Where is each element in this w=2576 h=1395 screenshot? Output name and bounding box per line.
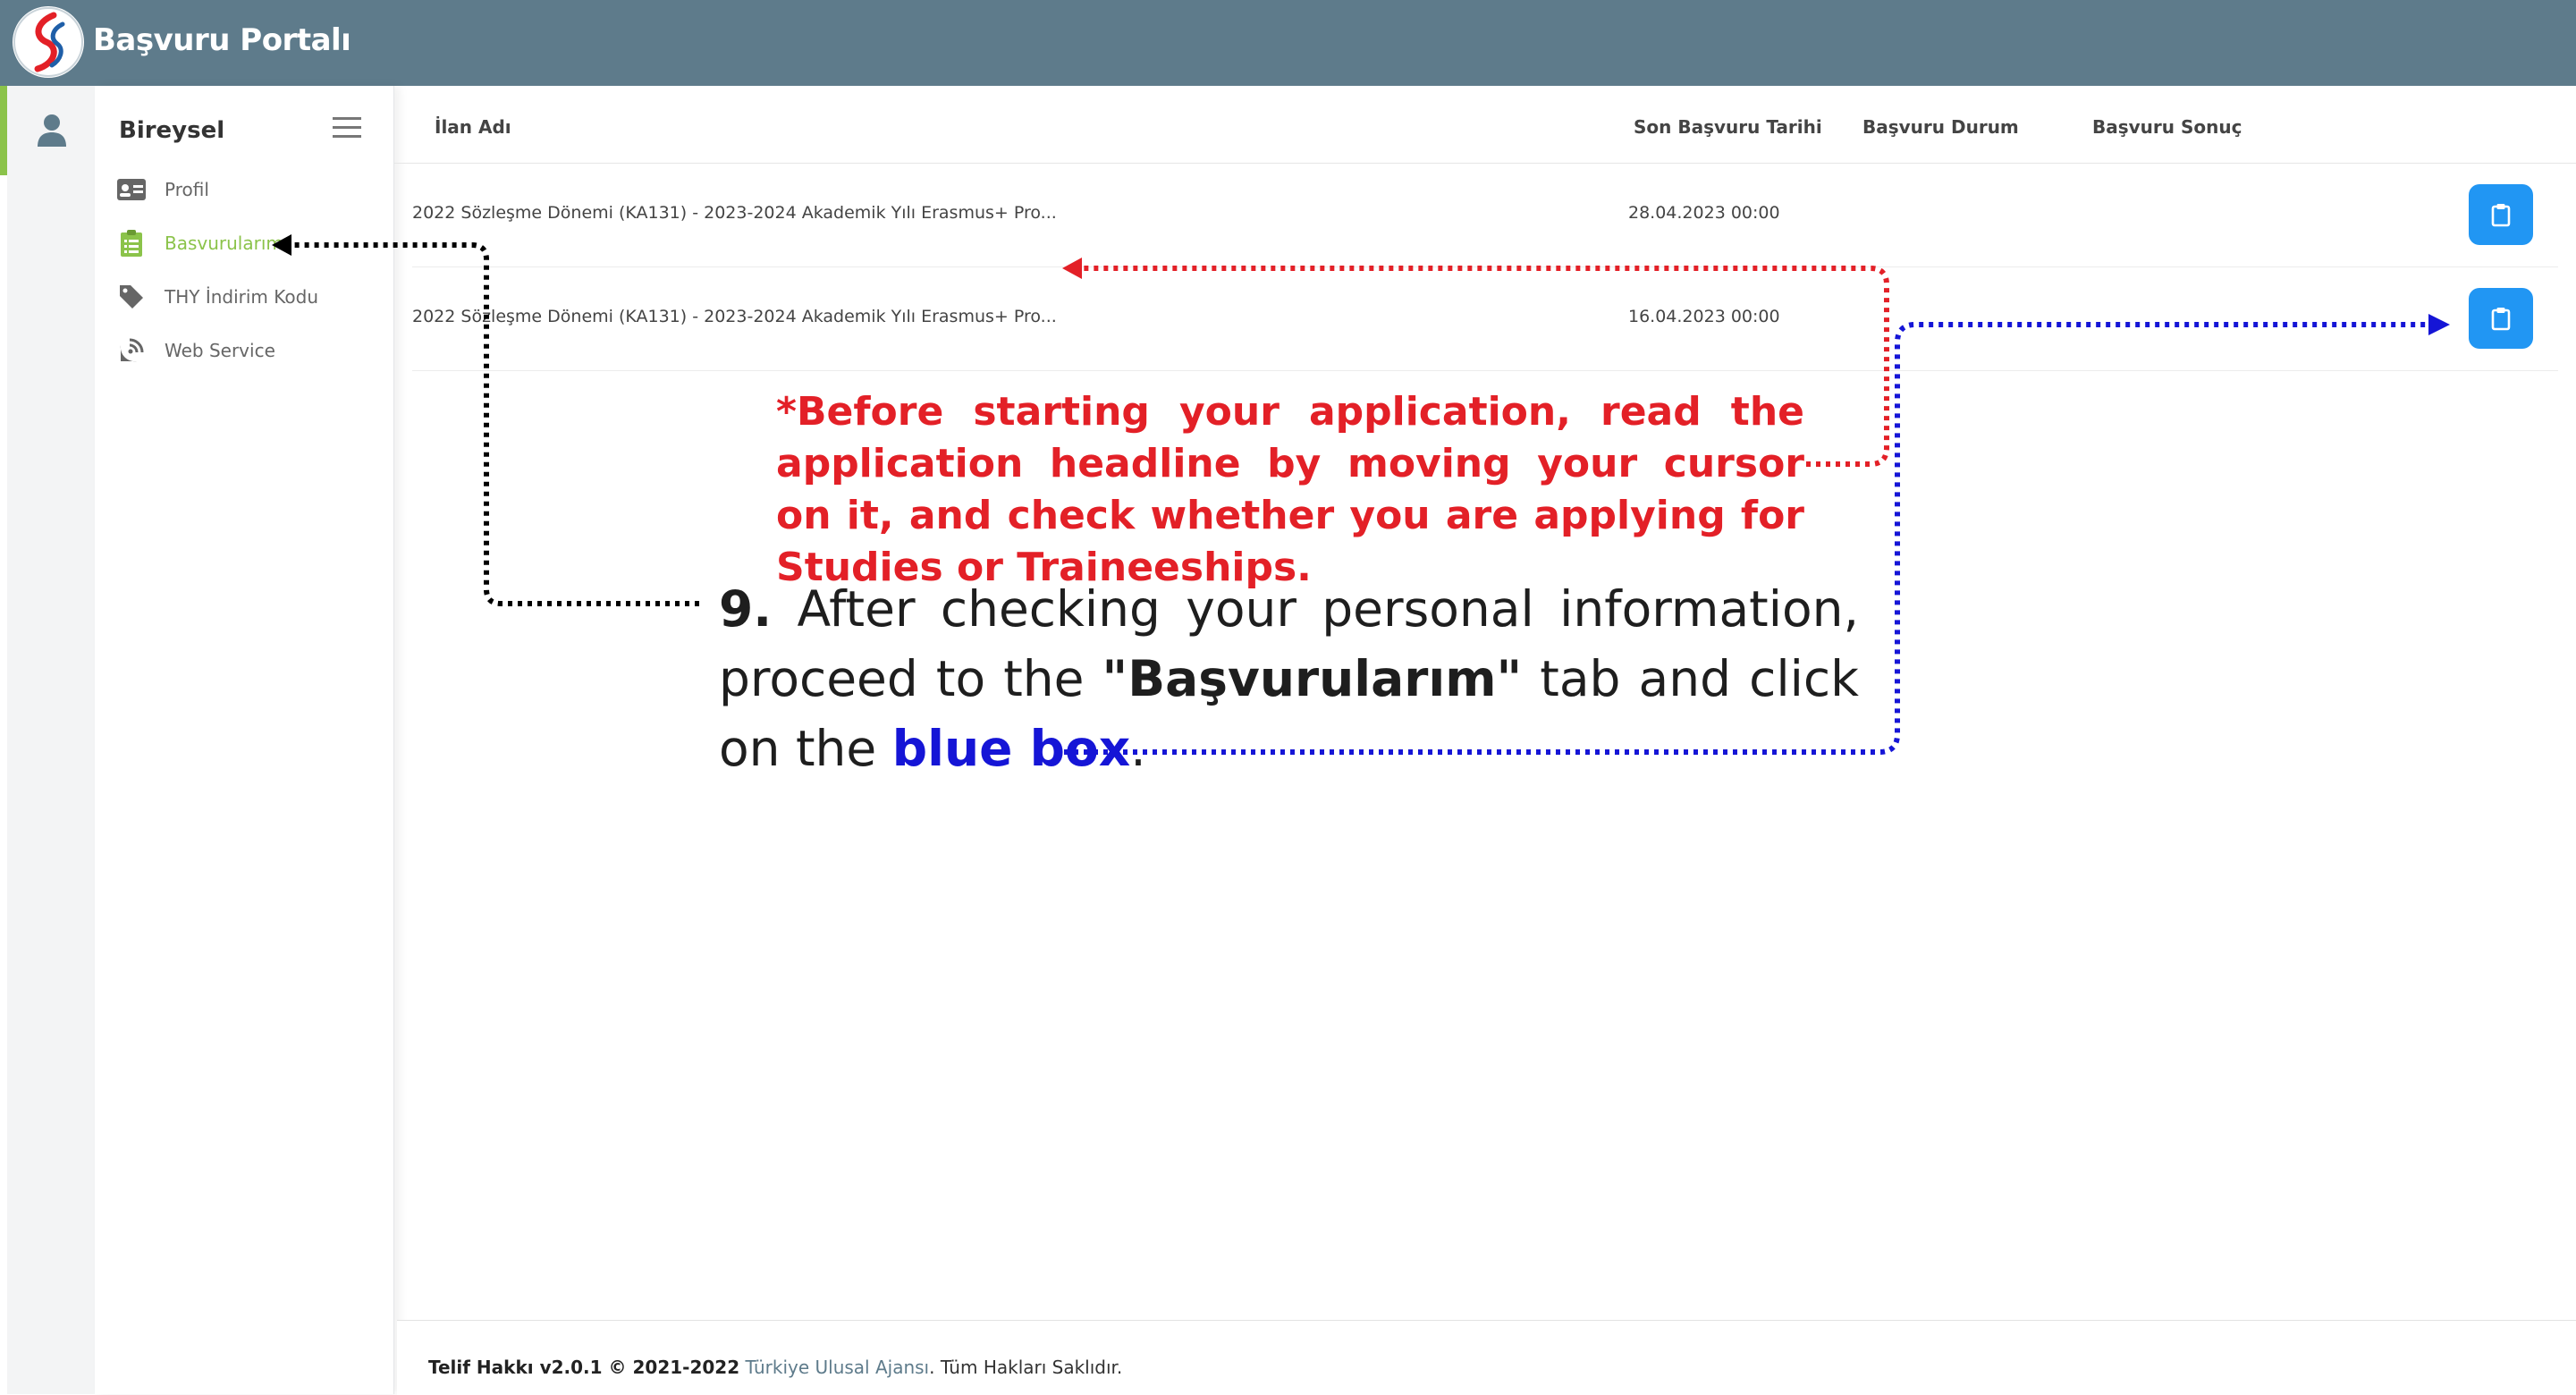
app-title: Başvuru Portalı — [93, 22, 351, 58]
application-title[interactable]: 2022 Sözleşme Dönemi (KA131) - 2023-2024… — [412, 203, 1057, 223]
agency-link[interactable]: Türkiye Ulusal Ajansı — [745, 1357, 929, 1378]
column-header-ilan-adi[interactable]: İlan Adı — [435, 116, 511, 138]
sidebar-heading: Bireysel — [119, 117, 225, 144]
icon-rail — [7, 86, 95, 1394]
tag-icon — [116, 283, 147, 311]
sidebar-item-label: Basvurularım — [165, 232, 283, 254]
user-icon[interactable] — [36, 113, 68, 153]
table-row: 2022 Sözleşme Dönemi (KA131) - 2023-2024… — [412, 266, 2558, 371]
hamburger-menu-icon[interactable] — [331, 114, 363, 146]
top-bar: Başvuru Portalı — [0, 0, 2576, 86]
copyright-text: Telif Hakkı v2.0.1 © 2021-2022 Türkiye U… — [428, 1357, 1122, 1378]
table-header: İlan Adı Son Başvuru Tarihi Başvuru Duru… — [394, 86, 2576, 164]
sidebar-item-label: THY İndirim Kodu — [165, 286, 319, 308]
copyright-version: Telif Hakkı v2.0.1 © 2021-2022 — [428, 1357, 740, 1378]
application-deadline: 16.04.2023 00:00 — [1628, 307, 1780, 326]
step-tab-name: "Başvurularım" — [1102, 650, 1523, 707]
apply-button[interactable] — [2469, 288, 2533, 349]
sidebar-item-web-service[interactable]: Web Service — [116, 336, 275, 365]
step-instruction: 9. After checking your personal informat… — [719, 574, 1859, 783]
active-rail-indicator — [0, 86, 7, 175]
logo-mark-icon — [13, 7, 83, 77]
column-header-basvuru-durum[interactable]: Başvuru Durum — [1862, 116, 2019, 138]
apply-button[interactable] — [2469, 184, 2533, 245]
rights-text: . Tüm Hakları Saklıdır. — [929, 1357, 1123, 1378]
clipboard-icon — [2491, 204, 2511, 227]
column-header-basvuru-sonuc[interactable]: Başvuru Sonuç — [2092, 116, 2242, 138]
step-number: 9. — [719, 580, 773, 638]
sidebar-item-profil[interactable]: Profil — [116, 175, 209, 204]
step-end: . — [1130, 720, 1146, 777]
clipboard-icon — [116, 229, 147, 258]
step-blue-highlight: blue box — [891, 720, 1131, 777]
application-deadline: 28.04.2023 00:00 — [1628, 203, 1780, 223]
red-annotation-note: *Before starting your application, read … — [776, 389, 1804, 590]
sidebar-item-thy-indirim-kodu[interactable]: THY İndirim Kodu — [116, 283, 318, 311]
footer: Telif Hakkı v2.0.1 © 2021-2022 Türkiye U… — [397, 1320, 2576, 1395]
sidebar-item-basvurularim[interactable]: Basvurularım — [116, 229, 283, 258]
satellite-dish-icon — [116, 336, 147, 365]
id-card-icon — [116, 175, 147, 204]
sidebar-item-label: Web Service — [165, 340, 275, 361]
sidebar-item-label: Profil — [165, 179, 209, 200]
application-title[interactable]: 2022 Sözleşme Dönemi (KA131) - 2023-2024… — [412, 307, 1057, 326]
table-row: 2022 Sözleşme Dönemi (KA131) - 2023-2024… — [412, 163, 2558, 267]
portal-logo[interactable] — [13, 6, 84, 78]
clipboard-icon — [2491, 308, 2511, 331]
column-header-son-basvuru-tarihi[interactable]: Son Başvuru Tarihi — [1634, 116, 1822, 138]
